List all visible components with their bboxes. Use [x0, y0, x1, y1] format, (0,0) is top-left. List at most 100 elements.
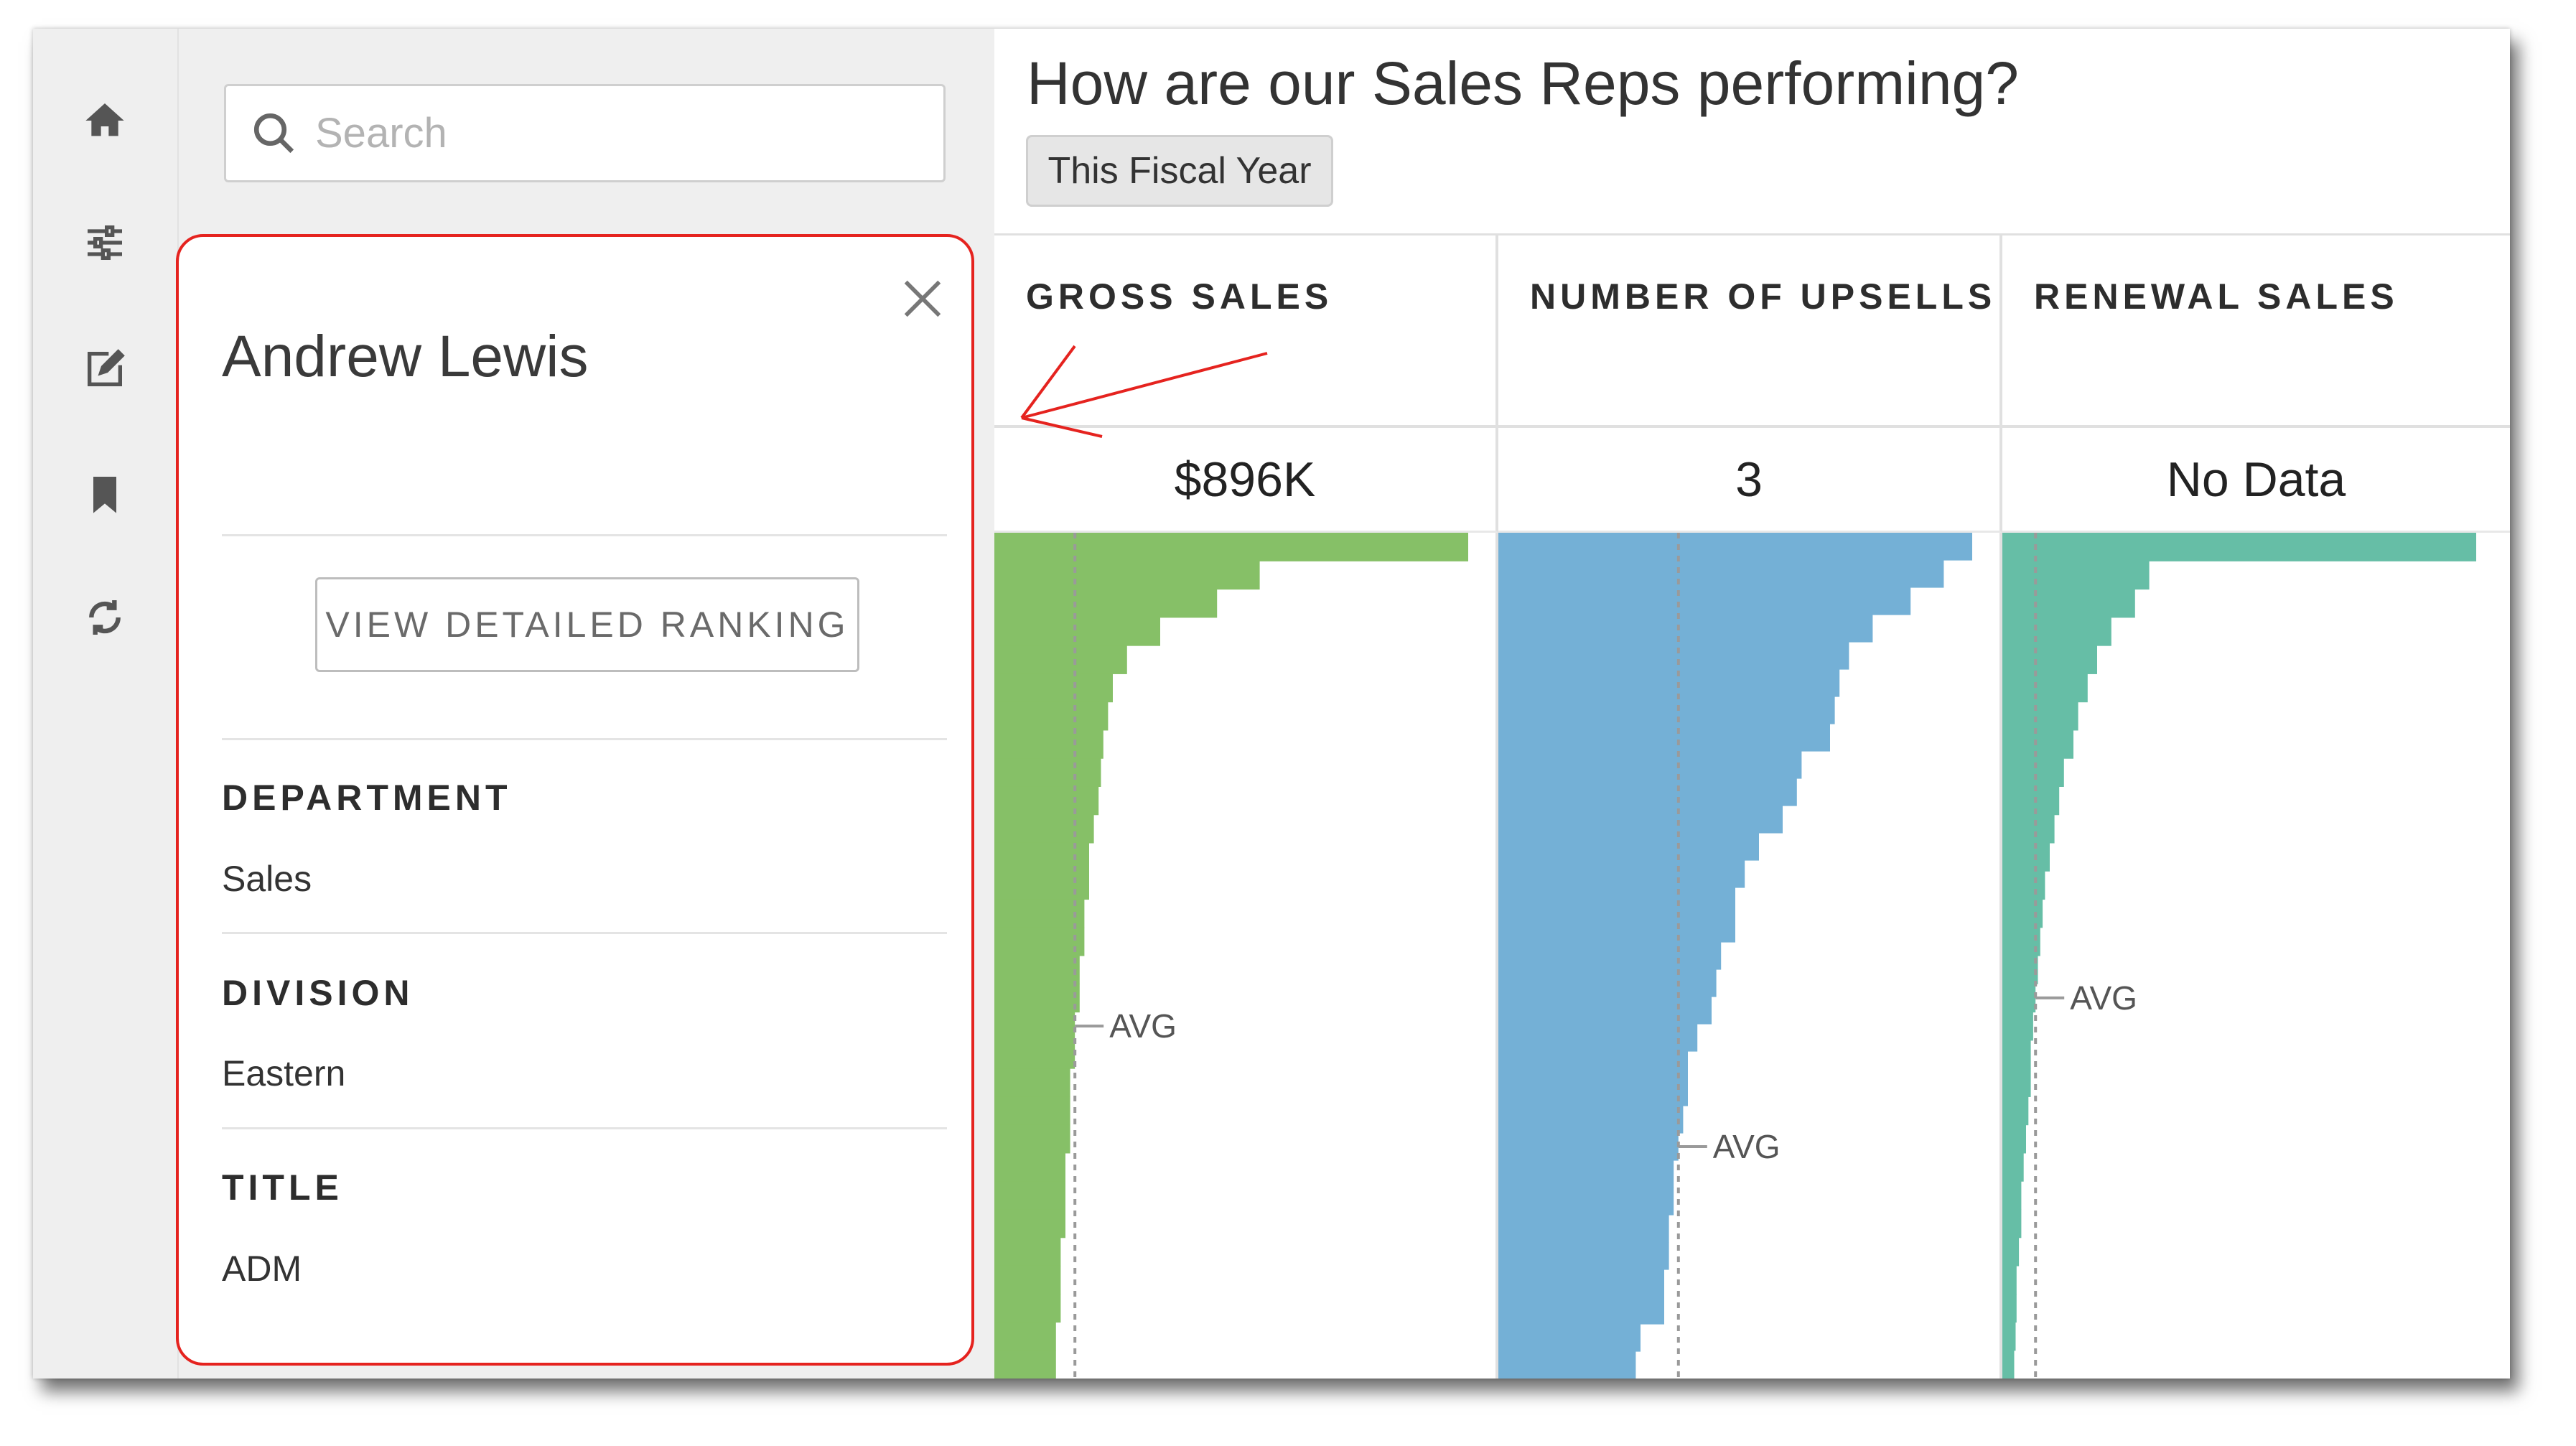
renewal-sales-bar[interactable] [2002, 561, 2150, 590]
renewal-sales-bar[interactable] [2002, 842, 2050, 872]
gross-sales-bar[interactable] [994, 1124, 1070, 1154]
upsells-chart[interactable]: AVG [1498, 533, 2002, 1379]
renewal-sales-bar[interactable] [2002, 645, 2097, 674]
renewal-sales-bar[interactable] [2002, 1040, 2031, 1069]
upsells-bar[interactable] [1498, 1051, 1688, 1079]
upsells-bar[interactable] [1498, 615, 1873, 643]
renewal-sales-bar[interactable] [2002, 701, 2078, 731]
upsells-bar[interactable] [1498, 969, 1717, 997]
gross-sales-bar[interactable] [994, 1181, 1065, 1210]
upsells-bar[interactable] [1498, 1242, 1669, 1270]
upsells-bar[interactable] [1498, 587, 1911, 615]
gross-sales-bar[interactable] [994, 617, 1160, 646]
gross-sales-bar[interactable] [994, 956, 1080, 984]
gross-sales-bar[interactable] [994, 1322, 1056, 1351]
gross-sales-bar[interactable] [994, 1068, 1070, 1097]
view-detailed-ranking-button[interactable]: VIEW DETAILED RANKING [315, 577, 859, 672]
gross-sales-bar[interactable] [994, 701, 1109, 731]
renewal-sales-bar[interactable] [2002, 729, 2073, 759]
edit-icon[interactable] [78, 342, 132, 396]
upsells-bar[interactable] [1498, 696, 1835, 724]
gross-sales-bar[interactable] [994, 927, 1085, 956]
gross-sales-bar[interactable] [994, 871, 1089, 900]
gross-sales-bar[interactable] [994, 561, 1260, 590]
renewal-sales-bar[interactable] [2002, 589, 2135, 618]
renewal-sales-bar[interactable] [2002, 1124, 2026, 1154]
gross-sales-bar[interactable] [994, 899, 1085, 928]
renewal-sales-bar[interactable] [2002, 1012, 2033, 1041]
upsells-bar[interactable] [1498, 833, 1759, 861]
gross-sales-bar[interactable] [994, 984, 1080, 1013]
upsells-bar[interactable] [1498, 669, 1840, 697]
refresh-icon[interactable] [78, 590, 132, 645]
renewal-sales-bar[interactable] [2002, 1068, 2031, 1097]
renewal-sales-bar[interactable] [2002, 786, 2060, 816]
renewal-sales-bar[interactable] [2002, 758, 2064, 787]
bookmark-icon[interactable] [78, 467, 132, 521]
close-icon[interactable] [900, 276, 945, 321]
renewal-sales-bar[interactable] [2002, 1181, 2022, 1210]
upsells-bar[interactable] [1498, 1215, 1669, 1243]
gross-sales-bar[interactable] [994, 1096, 1070, 1126]
gross-sales-bar[interactable] [994, 1265, 1061, 1295]
upsells-bar[interactable] [1498, 1269, 1664, 1297]
search-field[interactable] [224, 84, 946, 182]
search-input[interactable] [314, 108, 920, 158]
sliders-icon[interactable] [78, 215, 132, 270]
upsells-bar[interactable] [1498, 1188, 1674, 1216]
renewal-sales-bar[interactable] [2002, 984, 2036, 1013]
renewal-sales-bar[interactable] [2002, 617, 2111, 646]
gross-sales-bar[interactable] [994, 1294, 1061, 1323]
gross-sales-bar[interactable] [994, 814, 1094, 844]
upsells-bar[interactable] [1498, 533, 1972, 561]
renewal-sales-bar[interactable] [2002, 1096, 2029, 1126]
renewal-sales-bar[interactable] [2002, 1350, 2015, 1379]
gross-sales-chart[interactable]: AVG [994, 533, 1498, 1379]
renewal-sales-bar[interactable] [2002, 1237, 2020, 1267]
upsells-bar[interactable] [1498, 778, 1797, 806]
upsells-bar[interactable] [1498, 860, 1745, 888]
renewal-sales-bar[interactable] [2002, 1152, 2024, 1182]
upsells-bar[interactable] [1498, 915, 1735, 943]
renewal-sales-bar[interactable] [2002, 1265, 2017, 1295]
upsells-bar[interactable] [1498, 1078, 1688, 1106]
gross-sales-bar[interactable] [994, 1209, 1065, 1239]
renewal-sales-bar[interactable] [2002, 673, 2088, 703]
upsells-bar[interactable] [1498, 642, 1849, 670]
gross-sales-bar[interactable] [994, 1012, 1075, 1041]
upsells-bar[interactable] [1498, 1024, 1698, 1052]
upsells-bar[interactable] [1498, 1160, 1674, 1188]
gross-sales-bar[interactable] [994, 758, 1101, 787]
renewal-sales-chart[interactable]: AVG [2002, 533, 2510, 1379]
renewal-sales-bar[interactable] [2002, 1294, 2017, 1323]
gross-sales-bar[interactable] [994, 1350, 1056, 1379]
upsells-bar[interactable] [1498, 1351, 1636, 1379]
gross-sales-bar[interactable] [994, 786, 1099, 816]
upsells-bar[interactable] [1498, 806, 1783, 834]
upsells-header[interactable]: NUMBER OF UPSELLS [1498, 235, 2002, 425]
gross-sales-bar[interactable] [994, 589, 1218, 618]
gross-sales-bar[interactable] [994, 645, 1127, 674]
renewal-sales-bar[interactable] [2002, 871, 2045, 900]
upsells-bar[interactable] [1498, 887, 1735, 915]
renewal-sales-bar[interactable] [2002, 814, 2055, 844]
upsells-bar[interactable] [1498, 751, 1802, 779]
upsells-bar[interactable] [1498, 560, 1944, 588]
upsells-bar[interactable] [1498, 1324, 1641, 1352]
home-icon[interactable] [78, 93, 132, 148]
renewal-sales-bar[interactable] [2002, 1322, 2016, 1351]
renewal-sales-bar[interactable] [2002, 956, 2038, 984]
gross-sales-bar[interactable] [994, 1237, 1061, 1267]
gross-sales-bar[interactable] [994, 673, 1113, 703]
upsells-bar[interactable] [1498, 942, 1722, 970]
gross-sales-bar[interactable] [994, 1040, 1075, 1069]
renewal-sales-bar[interactable] [2002, 1209, 2022, 1239]
upsells-bar[interactable] [1498, 1133, 1679, 1161]
fiscal-year-filter-chip[interactable]: This Fiscal Year [1026, 135, 1333, 207]
renewal-sales-bar[interactable] [2002, 533, 2476, 561]
upsells-bar[interactable] [1498, 1106, 1684, 1134]
upsells-bar[interactable] [1498, 1297, 1664, 1325]
gross-sales-bar[interactable] [994, 729, 1103, 759]
gross-sales-bar[interactable] [994, 1152, 1065, 1182]
renewal-sales-header[interactable]: RENEWAL SALES [2002, 235, 2510, 425]
